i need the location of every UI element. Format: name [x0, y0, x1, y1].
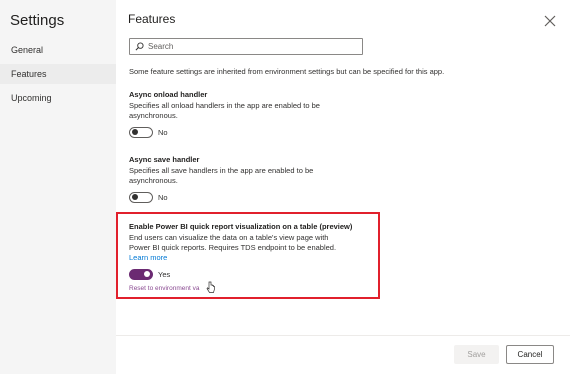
setting-description-text: End users can visualize the data on a ta… — [129, 233, 337, 252]
toggle-label: Yes — [158, 269, 171, 279]
inherited-settings-info: Some feature settings are inherited from… — [129, 67, 445, 76]
async-save-toggle[interactable] — [129, 191, 153, 203]
toggle-label: No — [158, 192, 168, 202]
settings-sidebar: Settings General Features Upcoming — [0, 0, 116, 374]
setting-title: Async save handler — [129, 155, 200, 164]
setting-description: End users can visualize the data on a ta… — [129, 233, 349, 263]
search-box[interactable] — [129, 38, 363, 55]
setting-title: Async onload handler — [129, 90, 208, 99]
search-icon — [135, 42, 144, 51]
setting-description: Specifies all save handlers in the app a… — [129, 166, 314, 185]
features-panel: Features Some feature settings are inher… — [116, 0, 570, 374]
footer-divider — [116, 335, 570, 336]
pointer-hand-icon — [206, 281, 216, 295]
setting-power-bi-quick-report: Enable Power BI quick report visualizati… — [129, 222, 369, 292]
sidebar-item-upcoming[interactable]: Upcoming — [0, 88, 116, 108]
save-button[interactable]: Save — [454, 345, 499, 364]
async-onload-toggle[interactable] — [129, 126, 153, 138]
setting-async-onload: Async onload handler Specifies all onloa… — [129, 90, 369, 139]
power-bi-quick-report-toggle[interactable] — [129, 268, 153, 280]
close-icon[interactable] — [544, 14, 556, 27]
sidebar-item-general[interactable]: General — [0, 40, 116, 60]
page-title: Features — [128, 12, 176, 26]
search-input[interactable] — [148, 42, 348, 51]
cancel-button[interactable]: Cancel — [506, 345, 554, 364]
sidebar-item-features[interactable]: Features — [0, 64, 116, 84]
setting-async-save: Async save handler Specifies all save ha… — [129, 155, 369, 204]
toggle-label: No — [158, 127, 168, 137]
reset-to-environment-link[interactable]: Reset to environment va — [129, 285, 369, 292]
setting-title: Enable Power BI quick report visualizati… — [129, 222, 353, 231]
setting-description: Specifies all onload handlers in the app… — [129, 101, 320, 120]
learn-more-link[interactable]: Learn more — [129, 253, 167, 262]
sidebar-title: Settings — [10, 12, 65, 29]
